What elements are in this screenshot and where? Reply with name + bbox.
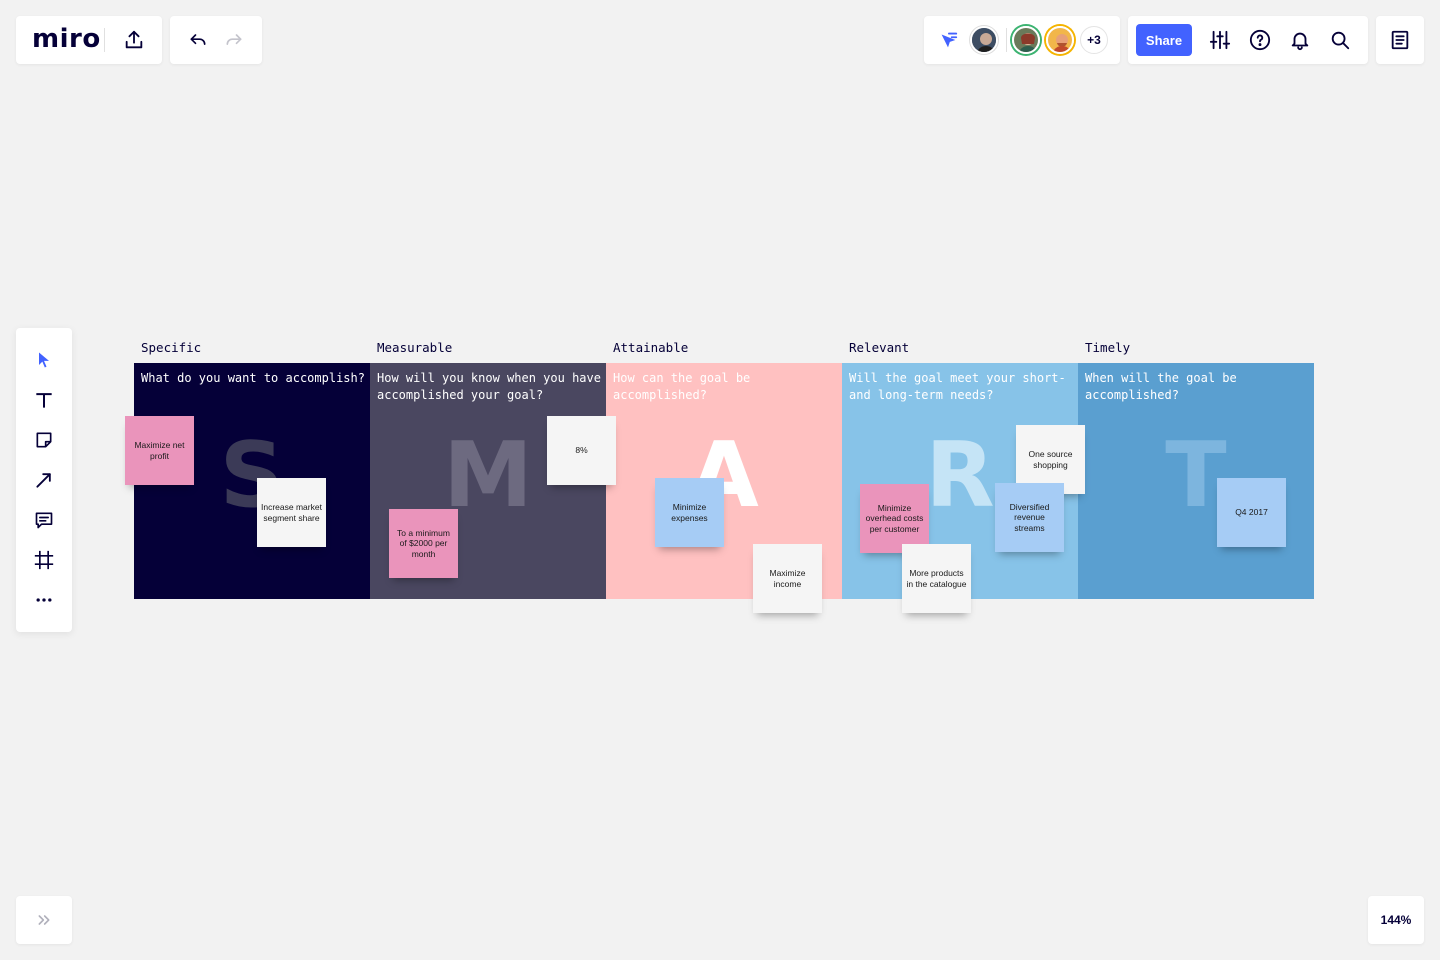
settings-sliders-icon[interactable] bbox=[1204, 24, 1236, 56]
undo-icon[interactable] bbox=[182, 24, 214, 56]
notes-icon[interactable] bbox=[1384, 24, 1416, 56]
export-icon[interactable] bbox=[118, 24, 150, 56]
smart-column-timely: Timely When will the goal be accomplished… bbox=[1078, 340, 1314, 600]
more-collaborators-badge[interactable]: +3 bbox=[1080, 26, 1108, 54]
frame-icon[interactable] bbox=[28, 544, 60, 576]
sticky-note[interactable]: To a minimum of $2000 per month bbox=[389, 509, 458, 578]
redo-icon[interactable] bbox=[218, 24, 250, 56]
smart-goals-board[interactable]: Specific What do you want to accomplish? S… bbox=[125, 340, 1314, 613]
sticky-note[interactable]: Minimize overhead costs per customer bbox=[860, 484, 929, 553]
sticky-note[interactable]: Maximize income bbox=[753, 544, 822, 613]
column-question[interactable]: When will the goal be accomplished? bbox=[1085, 370, 1311, 403]
sticky-note[interactable]: Q4 2017 bbox=[1217, 478, 1286, 547]
avatar[interactable] bbox=[1046, 26, 1074, 54]
column-title[interactable]: Measurable bbox=[377, 340, 452, 355]
logo-panel: miro bbox=[16, 16, 162, 64]
column-question[interactable]: How can the goal be accomplished? bbox=[613, 370, 839, 403]
zoom-level[interactable]: 144% bbox=[1368, 896, 1424, 944]
column-question[interactable]: What do you want to accomplish? bbox=[141, 370, 367, 387]
column-title[interactable]: Relevant bbox=[849, 340, 909, 355]
share-button[interactable]: Share bbox=[1136, 24, 1192, 56]
follow-cursor-icon[interactable] bbox=[932, 24, 964, 56]
sticky-note-icon[interactable] bbox=[28, 424, 60, 456]
miro-logo[interactable]: miro bbox=[32, 24, 101, 54]
expand-panel bbox=[16, 896, 72, 944]
divider bbox=[1006, 28, 1007, 52]
sticky-note[interactable]: More products in the catalogue bbox=[902, 544, 971, 613]
sticky-note[interactable]: 8% bbox=[547, 416, 616, 485]
column-question[interactable]: Will the goal meet your short- and long-… bbox=[849, 370, 1075, 403]
sticky-note[interactable]: Minimize expenses bbox=[655, 478, 724, 547]
creation-toolbar bbox=[16, 328, 72, 632]
column-letter: A bbox=[689, 423, 759, 528]
more-tools-icon[interactable] bbox=[28, 584, 60, 616]
sticky-note[interactable]: Increase market segment share bbox=[257, 478, 326, 547]
chevron-double-right-icon[interactable] bbox=[28, 904, 60, 936]
column-question[interactable]: How will you know when you have accompli… bbox=[377, 370, 603, 403]
text-tool-icon[interactable] bbox=[28, 384, 60, 416]
column-title[interactable]: Specific bbox=[141, 340, 201, 355]
comment-icon[interactable] bbox=[28, 504, 60, 536]
collaborators-panel: +3 bbox=[924, 16, 1120, 64]
history-panel bbox=[170, 16, 262, 64]
board-menu-panel bbox=[1376, 16, 1424, 64]
avatar[interactable] bbox=[1012, 26, 1040, 54]
avatar[interactable] bbox=[970, 26, 998, 54]
column-title[interactable]: Timely bbox=[1085, 340, 1130, 355]
select-cursor-icon[interactable] bbox=[28, 344, 60, 376]
help-icon[interactable] bbox=[1244, 24, 1276, 56]
column-title[interactable]: Attainable bbox=[613, 340, 688, 355]
connection-line-icon[interactable] bbox=[28, 464, 60, 496]
search-icon[interactable] bbox=[1324, 24, 1356, 56]
sticky-note[interactable]: Maximize net profit bbox=[125, 416, 194, 485]
notifications-bell-icon[interactable] bbox=[1284, 24, 1316, 56]
divider bbox=[104, 28, 105, 52]
board-tools-panel: Share bbox=[1128, 16, 1368, 64]
sticky-note[interactable]: Diversified revenue streams bbox=[995, 483, 1064, 552]
